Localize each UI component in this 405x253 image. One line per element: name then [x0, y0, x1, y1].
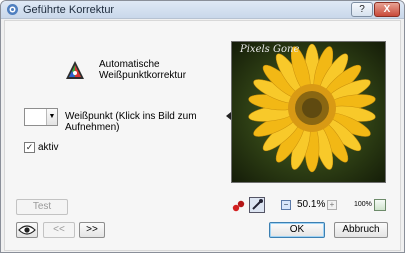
flower-image	[232, 42, 385, 182]
previous-button[interactable]: <<	[43, 222, 75, 238]
whitepoint-dropdown[interactable]: ▼	[24, 108, 58, 126]
eye-icon	[18, 225, 36, 235]
close-button[interactable]: X	[374, 2, 400, 17]
zoom-in-icon[interactable]: +	[327, 200, 337, 210]
auto-whitepoint-label: Automatische Weißpunktkorrektur	[99, 59, 187, 81]
image-preview[interactable]: Pixels Gone	[231, 41, 386, 183]
color-triangle-icon	[66, 61, 84, 79]
fit-to-window-icon[interactable]	[374, 199, 386, 211]
zoom-100-label[interactable]: 100%	[354, 201, 372, 208]
chevron-down-icon[interactable]: ▼	[46, 109, 57, 125]
app-icon	[7, 4, 18, 15]
help-button[interactable]: ?	[351, 2, 373, 17]
eyedropper-icon[interactable]	[249, 197, 265, 213]
active-checkbox[interactable]: ✓	[24, 142, 35, 153]
red-dots-icon[interactable]	[232, 199, 246, 213]
zoom-out-icon[interactable]: −	[281, 200, 291, 210]
whitepoint-label: Weißpunkt (Klick ins Bild zum Aufnehmen)	[65, 111, 197, 133]
cancel-button[interactable]: Abbruch	[334, 222, 388, 238]
dialog-window: Geführte Korrektur ? X Automatische Weiß…	[0, 0, 405, 253]
image-signature: Pixels Gone	[240, 44, 300, 55]
active-label[interactable]: aktiv	[38, 142, 59, 153]
zoom-value: 50.1%	[297, 199, 326, 210]
title-bar[interactable]: Geführte Korrektur ? X	[1, 1, 404, 19]
ok-button[interactable]: OK	[269, 222, 325, 238]
window-title: Geführte Korrektur	[23, 4, 115, 16]
test-button[interactable]: Test	[16, 199, 68, 215]
preview-toggle-button[interactable]	[16, 222, 38, 238]
next-button[interactable]: >>	[79, 222, 105, 238]
